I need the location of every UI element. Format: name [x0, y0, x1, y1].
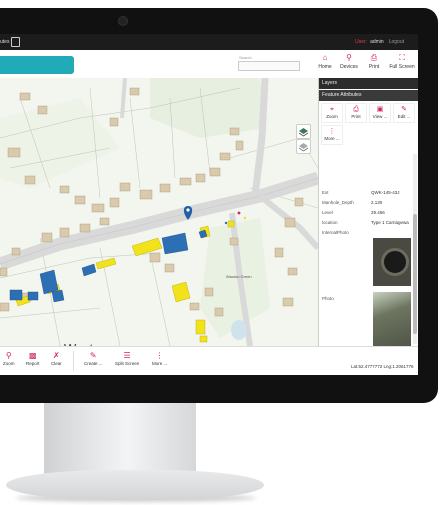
print-button-label: Print [368, 64, 380, 70]
map-canvas[interactable] [0, 78, 318, 346]
toolbar-divider [73, 351, 74, 371]
webcam-icon [118, 16, 128, 26]
devices-button[interactable]: ⚲ Devices [337, 53, 361, 71]
fullscreen-button[interactable]: ⛶ Full Screen [388, 53, 416, 71]
more-icon: ⋮ [155, 351, 164, 360]
attr-key: Photo [322, 296, 334, 301]
search-input[interactable] [238, 61, 300, 71]
attr-value: 2.130 [371, 200, 383, 205]
attr-key: InternalPhoto [322, 230, 349, 235]
report-label: Report [26, 361, 40, 366]
zoom-extent-icon: ⌖ [330, 106, 334, 113]
tool-tab[interactable] [0, 56, 74, 74]
home-button[interactable]: ⌂ Home [313, 53, 337, 71]
panel-scrollbar[interactable] [413, 154, 417, 344]
coordinates-readout: Lat:52.4777772 Lng:1.2061776 [351, 364, 414, 369]
feature-print-label: Print [351, 114, 361, 119]
map-pin-icon: ⚲ [346, 53, 352, 62]
user-area: User: admin Logout [355, 39, 404, 45]
more-label: More ... [152, 361, 168, 366]
report-button[interactable]: ▩ Report [26, 351, 40, 366]
print-button[interactable]: ⎙ Print [362, 53, 386, 71]
layers-toggle-icon[interactable] [296, 124, 311, 139]
create-label: Create ... [84, 361, 103, 366]
feature-view-label: View ... [372, 114, 388, 119]
feature-view-button[interactable]: ▣ View ... [369, 103, 391, 123]
edit-icon: ✎ [401, 106, 407, 113]
attr-value: 29.456 [371, 210, 385, 215]
photo[interactable] [373, 292, 411, 354]
monitor-screen: utes User: admin Logout Search ⌂ Home ⚲ De… [0, 34, 418, 375]
split-screen-icon: ☰ [123, 351, 131, 360]
green-label: Wacton Green [226, 274, 252, 279]
pencil-icon: ✎ [89, 351, 97, 360]
clear-icon: ✗ [53, 351, 60, 360]
devices-button-label: Devices [340, 64, 358, 70]
app-header: utes User: admin Logout [0, 34, 418, 50]
home-button-label: Home [318, 64, 332, 70]
internal-photo[interactable] [373, 238, 411, 286]
feature-edit-button[interactable]: ✎ Edit ... [393, 103, 415, 123]
printer-icon: ⎙ [353, 106, 359, 113]
monitor-stand-base [6, 470, 264, 500]
fullscreen-button-label: Full Screen [389, 64, 415, 70]
split-screen-button[interactable]: ☰ Split Screen [115, 351, 139, 366]
user-name[interactable]: admin [370, 39, 384, 45]
attr-key: Ext [322, 190, 329, 195]
layers-header[interactable]: Layers [319, 78, 418, 89]
app-title: utes [0, 39, 10, 45]
zoom-label: Zoom [3, 361, 15, 366]
map-view[interactable]: Wacton Wacton Green Wacton Green ◈ [0, 78, 318, 365]
more-icon: ⋮ [328, 128, 336, 135]
attr-key: Manhole_Depth [322, 200, 354, 205]
basemap-toggle-icon[interactable] [296, 139, 311, 154]
split-screen-label: Split Screen [115, 361, 140, 366]
feature-edit-label: Edit ... [397, 114, 411, 119]
scrollbar-thumb[interactable] [413, 214, 417, 334]
zoom-button[interactable]: ⚲ Zoom [3, 351, 15, 366]
feature-zoom-label: Zoom [326, 114, 338, 119]
attributes-panel: Layers Feature Attributes ⌖ Zoom ⎙ Print… [318, 78, 418, 375]
clear-button[interactable]: ✗ Clear [51, 351, 62, 366]
feature-print-button[interactable]: ⎙ Print [345, 103, 367, 123]
feature-more-button[interactable]: ⋮ More ... [321, 125, 343, 145]
report-icon: ▩ [28, 351, 37, 360]
feature-more-label: More ... [324, 136, 340, 141]
attr-value: QWK-145-43J [371, 190, 400, 195]
create-button[interactable]: ✎ Create ... [84, 351, 103, 366]
attr-value: Type 1 Carriagewa [371, 220, 409, 225]
logout-link[interactable]: Logout [389, 39, 404, 45]
attr-key: location [322, 220, 338, 225]
app-logo-icon [11, 37, 20, 47]
more-button[interactable]: ⋮ More ... [152, 351, 167, 366]
zoom-icon: ⚲ [5, 351, 12, 360]
feature-attributes-header[interactable]: Feature Attributes [319, 90, 418, 101]
main-toolbar: Search ⌂ Home ⚲ Devices ⎙ Print ⛶ Full S… [0, 50, 418, 79]
user-prefix: User: [355, 39, 368, 45]
feature-actions: ⌖ Zoom ⎙ Print ▣ View ... ✎ Edit ... ⋮ M… [319, 101, 418, 147]
printer-icon: ⎙ [370, 53, 378, 62]
view-icon: ▣ [376, 106, 384, 113]
search-label: Search [239, 55, 252, 60]
bottom-toolbar: ⚲ Zoom ▩ Report ✗ Clear ✎ Create ... ☰ S… [0, 346, 418, 375]
fullscreen-icon: ⛶ [399, 53, 405, 62]
feature-zoom-button[interactable]: ⌖ Zoom [321, 103, 343, 123]
clear-label: Clear [51, 361, 62, 366]
attr-key: Level [322, 210, 333, 215]
home-icon: ⌂ [322, 53, 328, 62]
